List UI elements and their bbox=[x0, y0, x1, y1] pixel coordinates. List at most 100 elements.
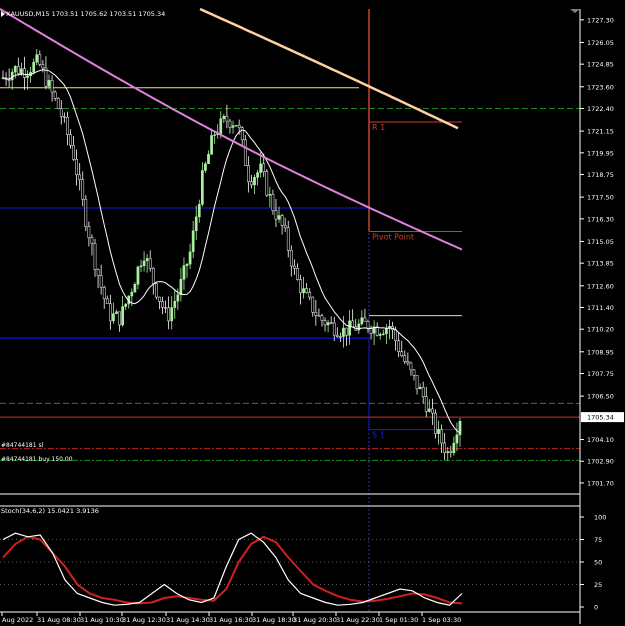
candle-body bbox=[59, 108, 63, 117]
candle-body bbox=[293, 265, 296, 269]
pivot-label: Pivot Point bbox=[372, 233, 414, 242]
candle-body bbox=[121, 306, 124, 326]
candle-body bbox=[155, 283, 158, 298]
candle-body bbox=[305, 288, 308, 293]
candle-body bbox=[32, 61, 36, 73]
candle-body bbox=[277, 215, 281, 220]
candle-body bbox=[139, 265, 143, 268]
trading-chart-window[interactable]: 1727.30 1726.05 1724.85 1723.60 1722.40 1721.… bbox=[0, 0, 625, 624]
candle-body bbox=[47, 80, 51, 87]
r1-label: R 1 bbox=[372, 123, 385, 132]
candle-body bbox=[93, 243, 97, 270]
candle-body bbox=[13, 65, 17, 73]
candle-body bbox=[452, 442, 456, 453]
price-tick-label: 1721.15 bbox=[587, 128, 614, 136]
candle-body bbox=[145, 258, 149, 262]
time-tick-label: 31 Aug 20:30 bbox=[293, 616, 337, 624]
stoch-level-label: 50 bbox=[594, 559, 602, 567]
candle-body bbox=[179, 279, 183, 296]
stoch-level-label: 25 bbox=[594, 581, 602, 589]
time-tick-label: 1 Sep 01:30 bbox=[379, 616, 418, 624]
price-tick-label: 1704.10 bbox=[587, 436, 614, 444]
candle-body bbox=[99, 275, 103, 288]
price-tick-label: 1719.95 bbox=[587, 149, 614, 157]
candle-body bbox=[339, 336, 342, 338]
candle-body bbox=[431, 408, 434, 414]
candle-body bbox=[26, 75, 29, 78]
candle-body bbox=[188, 251, 192, 265]
ohlc-values: 1703.51 1705.62 1703.51 1705.34 bbox=[52, 10, 166, 18]
price-tick-label: 1717.50 bbox=[587, 194, 614, 202]
candle-body bbox=[253, 177, 256, 186]
candle-body bbox=[151, 268, 155, 284]
candle-body bbox=[320, 315, 324, 321]
candle-body bbox=[170, 307, 174, 322]
candle-body bbox=[317, 315, 321, 317]
candle-body bbox=[418, 387, 422, 390]
candle-body bbox=[421, 387, 425, 397]
candle-body bbox=[50, 80, 54, 93]
candle-body bbox=[348, 320, 351, 336]
candle-body bbox=[112, 313, 115, 322]
price-chart[interactable]: 1727.30 1726.05 1724.85 1723.60 1722.40 1721.… bbox=[0, 0, 625, 624]
candle-body bbox=[335, 334, 339, 337]
candle-body bbox=[259, 163, 262, 173]
candle-body bbox=[443, 442, 447, 453]
candle-body bbox=[271, 194, 275, 211]
candle-body bbox=[102, 286, 106, 300]
candle-body bbox=[182, 265, 186, 280]
candle-body bbox=[409, 362, 413, 371]
candle-body bbox=[394, 329, 397, 341]
candle-body bbox=[78, 174, 82, 180]
candle-body bbox=[53, 91, 57, 99]
time-tick-label: 31 Aug 10:30 bbox=[80, 616, 124, 624]
candle-body bbox=[41, 64, 45, 69]
time-tick-label: 31 Aug 22:30 bbox=[336, 616, 380, 624]
candle-body bbox=[136, 266, 140, 285]
candle-body bbox=[133, 284, 137, 293]
candle-body bbox=[118, 311, 121, 326]
candle-body bbox=[299, 279, 302, 294]
candle-body bbox=[412, 369, 416, 376]
price-tick-label: 1727.30 bbox=[587, 16, 614, 24]
price-tick-label: 1713.85 bbox=[587, 260, 614, 268]
candle-body bbox=[197, 204, 201, 218]
stoch-level-label: 75 bbox=[594, 536, 602, 544]
price-tick-label: 1711.40 bbox=[587, 304, 614, 312]
candle-body bbox=[75, 158, 78, 176]
candle-body bbox=[96, 269, 100, 276]
candle-body bbox=[115, 311, 118, 314]
candle-body bbox=[231, 125, 235, 128]
candle-body bbox=[148, 258, 152, 269]
price-tick-label: 1726.05 bbox=[587, 39, 614, 47]
candle-body bbox=[286, 227, 290, 251]
candle-body bbox=[268, 194, 272, 196]
time-tick-label: Aug 2022 bbox=[2, 616, 33, 624]
candle-body bbox=[16, 65, 20, 74]
candle-body bbox=[247, 165, 250, 182]
price-tick-label: 1706.50 bbox=[587, 393, 614, 401]
candle-body bbox=[234, 125, 238, 127]
candle-body bbox=[262, 163, 266, 172]
candle-body bbox=[280, 215, 284, 226]
candle-body bbox=[20, 68, 23, 74]
time-tick-label: 31 Aug 08:30 bbox=[37, 616, 81, 624]
stoch-level-label: 0 bbox=[594, 604, 598, 612]
candle-body bbox=[167, 307, 170, 322]
candle-body bbox=[62, 116, 66, 118]
candle-body bbox=[56, 98, 60, 109]
candle-body bbox=[81, 179, 85, 200]
candle-body bbox=[345, 327, 348, 336]
candle-body bbox=[130, 291, 134, 297]
candle-body bbox=[176, 294, 180, 302]
candle-body bbox=[375, 326, 379, 336]
candle-body bbox=[185, 263, 189, 266]
candle-body bbox=[105, 298, 109, 304]
candle-body bbox=[237, 125, 241, 128]
candle-body bbox=[225, 115, 229, 122]
candle-body bbox=[329, 322, 333, 324]
candle-body bbox=[204, 163, 207, 171]
candle-body bbox=[265, 171, 269, 196]
candle-body bbox=[66, 116, 69, 135]
time-tick-label: 31 Aug 18:30 bbox=[252, 616, 296, 624]
